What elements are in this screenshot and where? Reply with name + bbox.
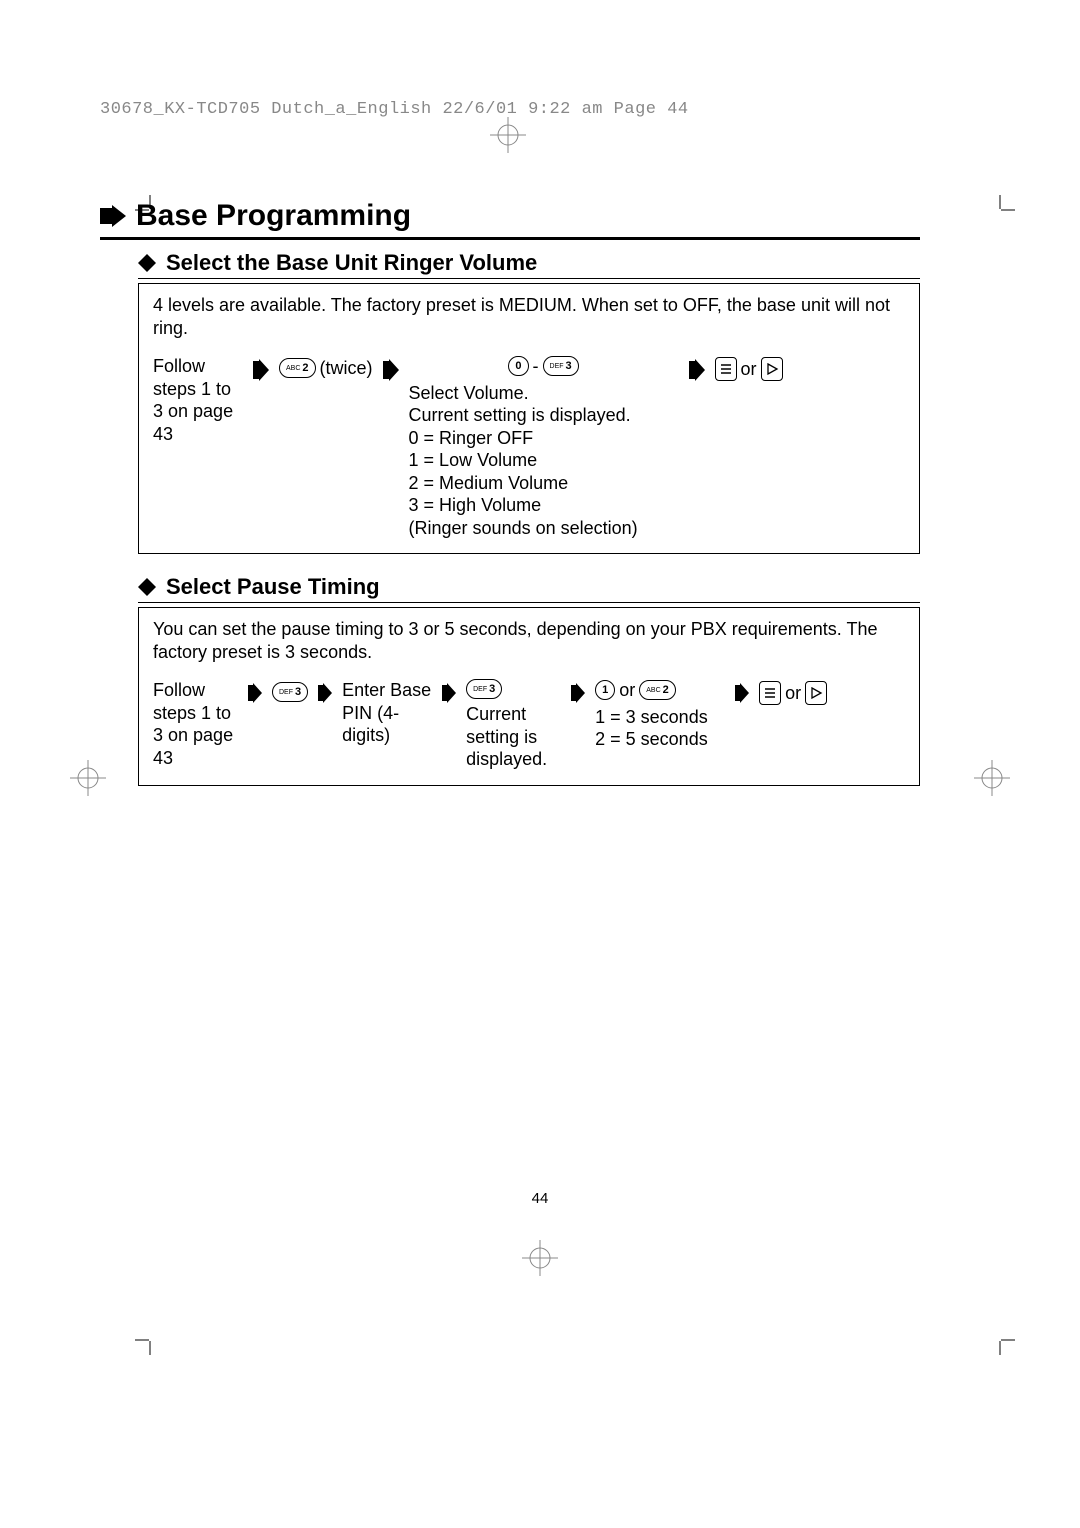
crop-mark	[135, 1325, 165, 1355]
menu-key-icon	[759, 681, 781, 705]
or-text: or	[741, 358, 757, 381]
intro-text: 4 levels are available. The factory pres…	[153, 294, 905, 339]
twice-label: (twice)	[320, 357, 373, 380]
registration-mark-icon	[974, 760, 1010, 801]
option-text: 2 = Medium Volume	[409, 472, 679, 495]
section-title: Select Pause Timing	[138, 574, 920, 600]
play-key-icon	[805, 681, 827, 705]
select-volume-text: Select Volume.	[409, 382, 679, 405]
page-number: 44	[0, 1190, 1080, 1207]
or-text: or	[619, 679, 635, 702]
option-text: 3 = High Volume	[409, 494, 679, 517]
step-text: Follow steps 1 to 3 on page 43	[153, 355, 243, 445]
slug-line: 30678_KX-TCD705 Dutch_a_English 22/6/01 …	[100, 100, 689, 119]
divider	[138, 278, 920, 279]
divider	[100, 237, 920, 240]
option-text: 1 = 3 seconds	[595, 706, 725, 729]
dash: -	[533, 355, 539, 378]
arrow-right-icon	[571, 683, 585, 703]
play-key-icon	[761, 357, 783, 381]
section-title-text: Select Pause Timing	[166, 574, 380, 600]
option-text: 0 = Ringer OFF	[409, 427, 679, 450]
key-abc2: ABC2	[279, 358, 316, 378]
arrow-right-icon	[383, 359, 399, 381]
section-title-text: Select the Base Unit Ringer Volume	[166, 250, 537, 276]
key-def3: DEF3	[272, 682, 308, 702]
key-zero: 0	[508, 356, 528, 376]
section-title: Select the Base Unit Ringer Volume	[138, 250, 920, 276]
crop-mark	[985, 1325, 1015, 1355]
arrow-right-icon	[689, 359, 705, 381]
or-text: or	[785, 682, 801, 705]
key-def3: DEF3	[466, 679, 502, 699]
intro-text: You can set the pause timing to 3 or 5 s…	[153, 618, 905, 663]
option-text: 2 = 5 seconds	[595, 728, 725, 751]
arrow-right-icon	[442, 683, 456, 703]
arrow-right-icon	[248, 683, 262, 703]
current-setting-text: Current setting is displayed.	[466, 703, 561, 771]
current-setting-text: Current setting is displayed.	[409, 404, 679, 427]
menu-key-icon	[715, 357, 737, 381]
key-def3: DEF3	[543, 356, 579, 376]
option-text: 1 = Low Volume	[409, 449, 679, 472]
chapter-title-text: Base Programming	[136, 199, 411, 233]
content-box: You can set the pause timing to 3 or 5 s…	[138, 607, 920, 786]
arrow-right-icon	[318, 683, 332, 703]
chapter-title: Base Programming	[100, 199, 920, 233]
content-box: 4 levels are available. The factory pres…	[138, 283, 920, 554]
step-text: Follow steps 1 to 3 on page 43	[153, 679, 238, 769]
diamond-icon	[138, 578, 156, 596]
diamond-icon	[138, 254, 156, 272]
crop-mark	[985, 195, 1015, 225]
arrow-right-icon	[253, 359, 269, 381]
arrow-right-icon	[100, 205, 126, 227]
key-one: 1	[595, 680, 615, 700]
ringer-note-text: (Ringer sounds on selection)	[409, 517, 679, 540]
enter-pin-text: Enter Base PIN (4-digits)	[342, 679, 432, 747]
key-abc2: ABC2	[639, 680, 676, 700]
registration-mark-icon	[0, 1240, 1080, 1281]
arrow-right-icon	[735, 683, 749, 703]
divider	[138, 602, 920, 603]
